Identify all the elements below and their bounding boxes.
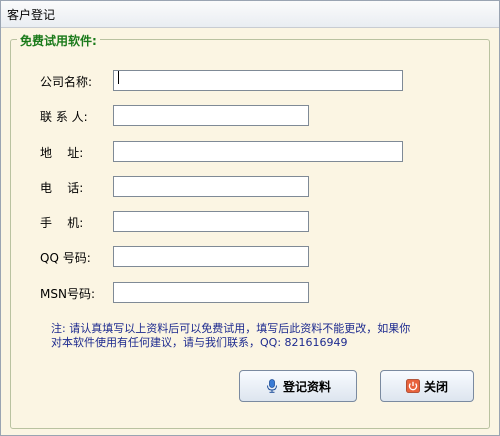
msn-label: MSN号码: (40, 287, 95, 301)
close-button-label: 关闭 (423, 379, 448, 394)
phone-label: 电 话: (40, 181, 84, 195)
register-button[interactable]: 登记资料 (239, 370, 357, 402)
address-label: 地 址: (40, 146, 84, 160)
power-icon (406, 379, 420, 393)
microphone-icon (265, 379, 279, 393)
notice-line-1: 注: 请认真填写以上资料后可以免费试用，填写后此资料不能更改，如果你 (51, 322, 411, 335)
text-caret (118, 71, 119, 84)
msn-number-input[interactable] (113, 282, 309, 303)
qq-number-input[interactable] (113, 246, 309, 267)
notice-text: 注: 请认真填写以上资料后可以免费试用，填写后此资料不能更改，如果你 对本软件使… (51, 322, 461, 350)
register-button-label: 登记资料 (282, 379, 331, 394)
phone-input[interactable] (113, 176, 309, 197)
notice-line-2: 对本软件使用有任何建议，请与我们联系，QQ: 821616949 (51, 336, 348, 349)
company-name-input[interactable] (113, 70, 403, 91)
contact-person-input[interactable] (113, 105, 309, 126)
title-bar[interactable]: 客户登记 (1, 1, 499, 28)
dialog-window: 客户登记 免费试用软件: 公司名称: 联 系 人: 地 址: 电 话: 手 机:… (0, 0, 500, 436)
qq-label: QQ 号码: (40, 251, 91, 265)
company-label: 公司名称: (40, 75, 93, 89)
contact-label: 联 系 人: (40, 110, 88, 124)
address-input[interactable] (113, 141, 403, 162)
window-title: 客户登记 (7, 8, 56, 22)
close-button[interactable]: 关闭 (380, 370, 474, 402)
mobile-input[interactable] (113, 211, 309, 232)
mobile-label: 手 机: (40, 216, 84, 230)
group-legend: 免费试用软件: (17, 32, 100, 49)
